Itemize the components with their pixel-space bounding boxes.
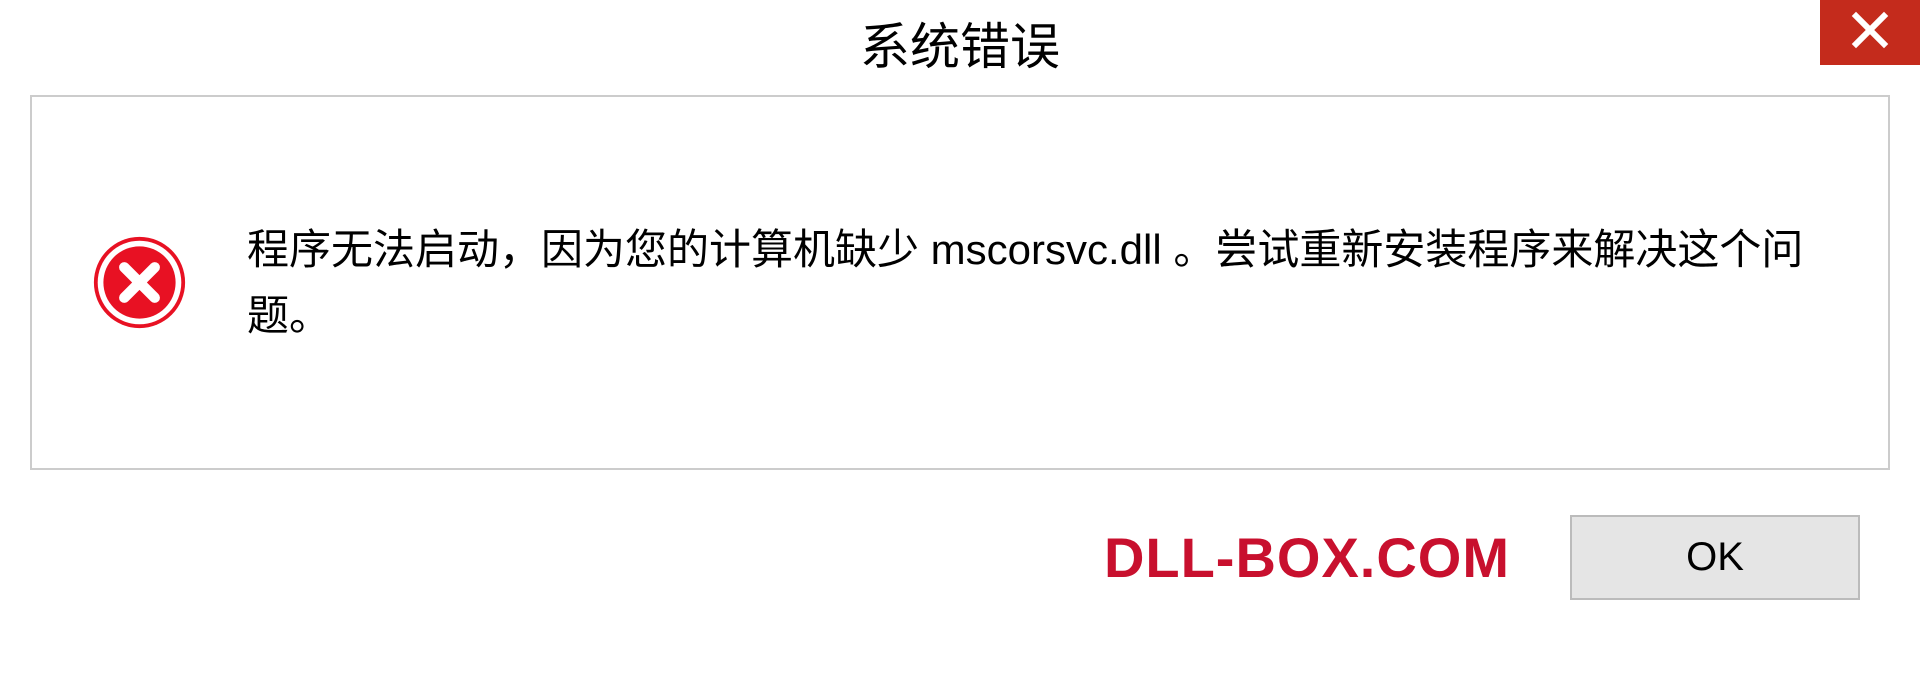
dialog-title: 系统错误 [860, 7, 1060, 79]
footer-area: DLL-BOX.COM OK [0, 490, 1920, 600]
ok-button[interactable]: OK [1570, 515, 1860, 600]
title-bar: 系统错误 [0, 0, 1920, 85]
error-message: 程序无法启动，因为您的计算机缺少 mscorsvc.dll 。尝试重新安装程序来… [247, 217, 1828, 347]
message-panel: 程序无法启动，因为您的计算机缺少 mscorsvc.dll 。尝试重新安装程序来… [30, 95, 1890, 470]
close-button[interactable] [1820, 0, 1920, 65]
error-icon [92, 235, 187, 330]
watermark-text: DLL-BOX.COM [1104, 525, 1510, 590]
close-icon [1850, 10, 1890, 55]
